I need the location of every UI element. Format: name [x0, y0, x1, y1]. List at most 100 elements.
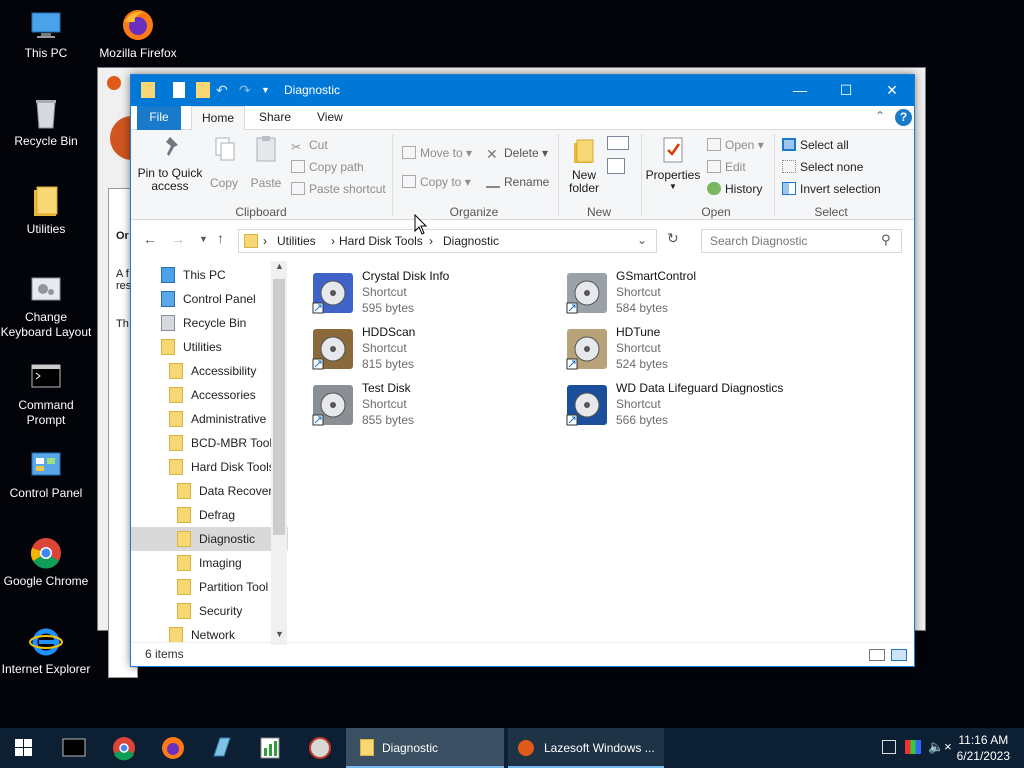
desktop-icon-command-prompt[interactable]: Command Prompt	[0, 360, 94, 428]
forward-button[interactable]: →	[171, 231, 185, 247]
paste-button[interactable]: Paste	[247, 134, 285, 190]
select-none-button[interactable]: Select none	[782, 160, 863, 174]
recent-locations-button[interactable]: ▼	[199, 234, 208, 244]
tree-item[interactable]: Utilities	[131, 335, 288, 359]
tree-item[interactable]: Control Panel	[131, 287, 288, 311]
select-all-button[interactable]: Select all	[782, 138, 849, 152]
back-button[interactable]: ←	[143, 231, 157, 247]
scroll-up-icon[interactable]: ▲	[275, 261, 284, 271]
tree-item[interactable]: Hard Disk Tools	[131, 455, 288, 479]
copy-path-button[interactable]: Copy path	[291, 160, 364, 174]
tab-share[interactable]: Share	[249, 106, 301, 130]
breadcrumb-diagnostic[interactable]: Diagnostic	[443, 234, 499, 248]
file-item[interactable]: Crystal Disk Info Shortcut 595 bytes	[301, 265, 551, 317]
start-button[interactable]	[0, 728, 48, 768]
system-clock[interactable]: 11:16 AM 6/21/2023	[957, 732, 1010, 764]
tree-item[interactable]: Accessibility	[131, 359, 288, 383]
desktop-icon-label: Control Panel	[9, 486, 83, 500]
desktop-icon-this-pc[interactable]: This PC	[0, 8, 94, 61]
pin-to-quick-access-button[interactable]: Pin to Quick access	[135, 134, 205, 193]
undo-icon[interactable]: ↶	[216, 82, 230, 98]
tree-item[interactable]: Accessories	[131, 383, 288, 407]
desktop-icon-control-panel[interactable]: Control Panel	[0, 448, 94, 501]
breadcrumb-hard-disk-tools[interactable]: Hard Disk Tools	[339, 234, 423, 248]
tree-item[interactable]: Partition Tool	[131, 575, 288, 599]
properties-quick-icon[interactable]	[173, 82, 185, 98]
internet-explorer-icon	[29, 628, 63, 656]
paste-shortcut-button[interactable]: Paste shortcut	[291, 182, 386, 196]
taskbar-app-tools[interactable]	[296, 728, 344, 768]
edit-button[interactable]: Edit	[707, 160, 746, 174]
rename-button[interactable]: Rename	[486, 175, 549, 189]
desktop-icon-internet-explorer[interactable]: Internet Explorer	[0, 624, 94, 677]
address-bar-row: ← → ▼ ↑ › Utilities › Hard Disk Tools › …	[131, 221, 914, 261]
desktop-icon-chrome[interactable]: Google Chrome	[0, 536, 94, 589]
file-item[interactable]: HDTune Shortcut 524 bytes	[555, 321, 805, 373]
network-icon[interactable]	[882, 740, 896, 754]
tab-file[interactable]: File	[137, 106, 181, 130]
title-bar[interactable]: ↶ ↷ ▼ Diagnostic — ☐ ✕	[131, 75, 914, 106]
address-dropdown-icon[interactable]: ⌄	[637, 233, 647, 247]
search-input[interactable]: Search Diagnostic	[701, 229, 902, 253]
taskbar-window-lazesoft[interactable]: Lazesoft Windows ...	[508, 728, 664, 768]
volume-muted-icon[interactable]: 🔈×	[928, 739, 952, 755]
taskbar-window-diagnostic[interactable]: Diagnostic	[346, 728, 504, 768]
taskbar-firefox[interactable]	[149, 728, 197, 768]
tree-item[interactable]: Administrative	[131, 407, 288, 431]
tree-item[interactable]: BCD-MBR Tool	[131, 431, 288, 455]
tab-home[interactable]: Home	[191, 106, 246, 131]
desktop-icon-keyboard-layout[interactable]: Change Keyboard Layout	[0, 272, 94, 340]
scrollbar-thumb[interactable]	[273, 279, 285, 535]
details-view-icon[interactable]	[869, 649, 885, 661]
file-explorer-window[interactable]: ↶ ↷ ▼ Diagnostic — ☐ ✕ File Home Share V…	[130, 74, 915, 667]
copy-button[interactable]: Copy	[206, 134, 242, 190]
file-item[interactable]: WD Data Lifeguard Diagnostics Shortcut 566…	[555, 377, 805, 429]
maximize-button[interactable]: ☐	[823, 75, 869, 106]
minimize-button[interactable]: —	[777, 75, 823, 106]
tree-item-label: Administrative	[191, 412, 267, 426]
tree-item[interactable]: Recycle Bin	[131, 311, 288, 335]
refresh-button[interactable]: ↻	[667, 230, 679, 247]
tree-item[interactable]: This PC	[131, 263, 288, 287]
taskbar-chrome[interactable]	[100, 728, 148, 768]
address-bar[interactable]: › Utilities › Hard Disk Tools › Diagnost…	[238, 229, 657, 253]
scroll-down-icon[interactable]: ▼	[275, 629, 284, 639]
help-icon[interactable]: ?	[895, 109, 912, 126]
customize-quick-access-icon[interactable]: ▼	[261, 85, 275, 101]
taskbar-app-chart[interactable]	[246, 728, 294, 768]
tree-item[interactable]: Security	[131, 599, 288, 623]
new-folder-button[interactable]: New folder	[564, 136, 604, 195]
delete-button[interactable]: ✕ Delete ▾	[486, 146, 548, 162]
tree-item[interactable]: Defrag	[131, 503, 288, 527]
large-icons-view-icon[interactable]	[891, 649, 907, 661]
copy-to-button[interactable]: Copy to ▾	[402, 175, 471, 189]
open-button[interactable]: Open ▾	[707, 138, 764, 152]
file-item[interactable]: HDDScan Shortcut 815 bytes	[301, 321, 551, 373]
desktop-icon-firefox[interactable]: Mozilla Firefox	[90, 8, 186, 61]
desktop-icon-recycle-bin[interactable]: Recycle Bin	[0, 96, 94, 149]
collapse-ribbon-icon[interactable]: ⌃	[875, 109, 885, 123]
new-item-button[interactable]	[607, 136, 629, 150]
tree-item[interactable]: Imaging	[131, 551, 288, 575]
up-button[interactable]: ↑	[217, 230, 224, 246]
redo-icon[interactable]: ↷	[239, 82, 253, 98]
taskbar-app-blue[interactable]	[198, 728, 246, 768]
move-to-button[interactable]: Move to ▾	[402, 146, 472, 160]
desktop-icon-utilities[interactable]: Utilities	[0, 184, 94, 237]
file-item[interactable]: Test Disk Shortcut 855 bytes	[301, 377, 551, 429]
display-icon[interactable]	[905, 740, 921, 754]
easy-access-button[interactable]	[607, 158, 625, 174]
close-button[interactable]: ✕	[869, 75, 915, 106]
invert-selection-button[interactable]: Invert selection	[782, 182, 881, 196]
tree-item[interactable]: Data Recover	[131, 479, 288, 503]
new-folder-quick-icon[interactable]	[196, 82, 210, 98]
history-button[interactable]: History	[707, 182, 762, 196]
properties-button[interactable]: Properties ▼	[645, 136, 701, 191]
cut-button[interactable]: ✂ Cut	[291, 138, 328, 154]
taskbar-command-prompt[interactable]	[50, 728, 98, 768]
tab-view[interactable]: View	[307, 106, 353, 130]
tree-item[interactable]: Diagnostic	[131, 527, 288, 551]
file-item[interactable]: GSmartControl Shortcut 584 bytes	[555, 265, 805, 317]
navigation-scrollbar[interactable]: ▲ ▼	[271, 261, 287, 645]
breadcrumb-utilities[interactable]: Utilities	[277, 234, 316, 248]
